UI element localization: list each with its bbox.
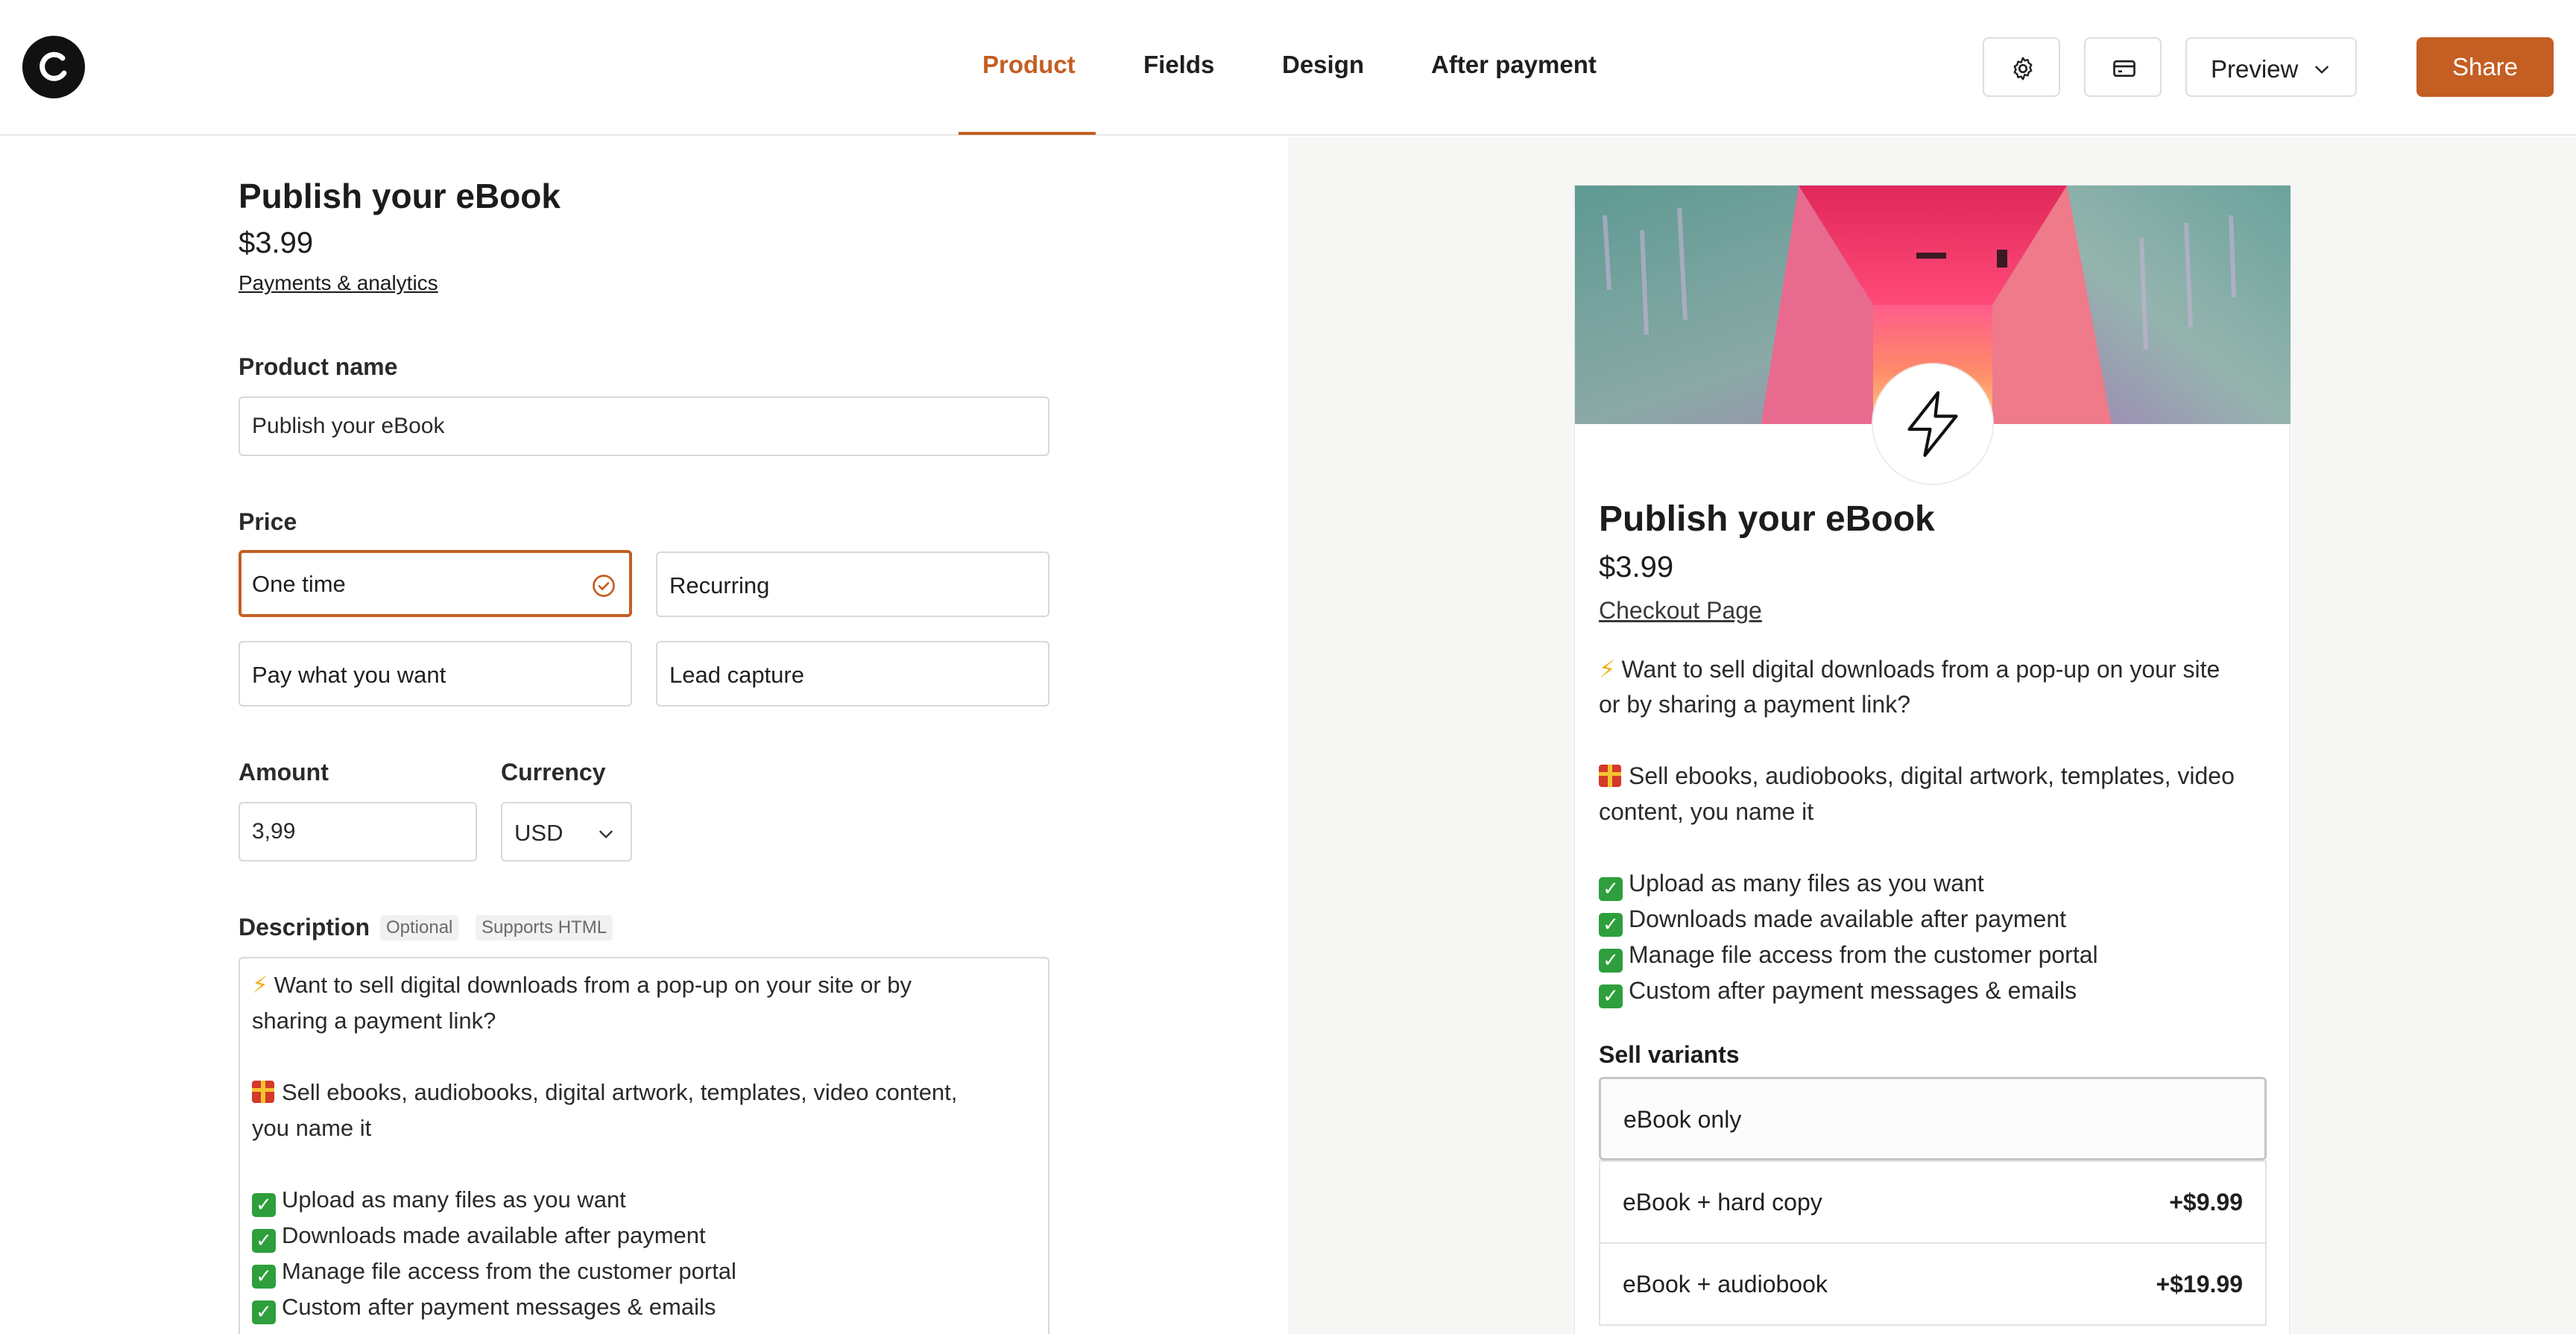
check-emoji-icon: ✓: [1599, 984, 1623, 1008]
description-line: ✓ Downloads made available after payment: [252, 1222, 706, 1253]
amount-input[interactable]: 3,99: [239, 802, 477, 862]
currency-label: Currency: [501, 759, 606, 785]
tab-after-payment[interactable]: After payment: [1431, 51, 1597, 79]
check-emoji-icon: ✓: [1599, 949, 1623, 973]
preview-description-line: ✓ Custom after payment messages & emails: [1599, 977, 2077, 1008]
lightning-emoji-icon: ⚡: [252, 972, 268, 999]
preview-description-line: ✓ Upload as many files as you want: [1599, 870, 1984, 901]
gift-emoji-icon: [252, 1081, 274, 1103]
price-option-pay-what-you-want[interactable]: Pay what you want: [239, 641, 632, 706]
check-circle-icon: [593, 575, 615, 597]
check-emoji-icon: ✓: [1599, 913, 1623, 937]
checkout-page-link[interactable]: Checkout Page: [1599, 597, 1762, 625]
description-line: ⚡ Want to sell digital downloads from a p…: [252, 972, 912, 999]
payments-analytics-link[interactable]: Payments & analytics: [239, 271, 438, 295]
variant-option-ebook-only[interactable]: eBook only: [1599, 1077, 2267, 1160]
credit-card-icon: [2113, 60, 2135, 78]
description-line: ✓ Custom after payment messages & emails: [252, 1294, 716, 1324]
variant-price: +$9.99: [2169, 1189, 2243, 1216]
preview-description-line: ⚡ Want to sell digital downloads from a p…: [1599, 655, 2220, 683]
gear-icon: [2013, 57, 2033, 80]
preview-description-line: content, you name it: [1599, 798, 1814, 825]
description-line: Sell ebooks, audiobooks, digital artwork…: [252, 1079, 957, 1106]
form-product-price: $3.99: [239, 227, 314, 259]
tab-fields[interactable]: Fields: [1143, 51, 1214, 79]
top-bar: Product Fields Design After payment Prev…: [0, 0, 2576, 136]
active-tab-indicator: [959, 132, 1096, 135]
check-emoji-icon: ✓: [252, 1193, 276, 1217]
preview-product-price: $3.99: [1599, 551, 1674, 584]
app-logo-icon[interactable]: [22, 36, 85, 98]
checkout-preview-card: Publish your eBook $3.99 Checkout Page ⚡…: [1574, 185, 2291, 1334]
share-button[interactable]: Share: [2416, 37, 2554, 97]
checkout-preview-pane: Publish your eBook $3.99 Checkout Page ⚡…: [1288, 137, 2576, 1334]
description-textarea[interactable]: ⚡ Want to sell digital downloads from a p…: [239, 957, 1049, 1334]
form-product-title: Publish your eBook: [239, 177, 561, 215]
description-label: Description: [239, 914, 370, 941]
lightning-emoji-icon: ⚡: [1599, 655, 1616, 683]
gift-emoji-icon: [1599, 765, 1621, 787]
variant-price: +$19.99: [2156, 1271, 2243, 1297]
description-line: ✓ Manage file access from the customer po…: [252, 1258, 736, 1289]
preview-description-line: ✓ Downloads made available after payment: [1599, 905, 2066, 937]
tab-design[interactable]: Design: [1282, 51, 1364, 79]
product-icon-badge: [1873, 364, 1992, 484]
preview-description-line: or by sharing a payment link?: [1599, 691, 1910, 718]
preview-description-line: Sell ebooks, audiobooks, digital artwork…: [1599, 762, 2235, 790]
price-option-one-time[interactable]: One time: [239, 550, 632, 617]
price-option-label: Lead capture: [669, 662, 804, 688]
variant-option-audiobook[interactable]: eBook + audiobook +$19.99: [1599, 1242, 2267, 1326]
preview-dropdown-button[interactable]: Preview: [2185, 37, 2357, 97]
chevron-down-icon: [599, 830, 613, 838]
price-label: Price: [239, 508, 297, 535]
sell-variants-label: Sell variants: [1599, 1041, 1740, 1068]
amount-label: Amount: [239, 759, 329, 785]
currency-select[interactable]: USD: [501, 802, 632, 862]
supports-html-badge: Supports HTML: [476, 915, 613, 941]
lightning-bolt-icon: [1907, 391, 1958, 458]
check-emoji-icon: ✓: [252, 1265, 276, 1289]
check-emoji-icon: ✓: [252, 1300, 276, 1324]
price-option-label: One time: [252, 571, 346, 597]
variant-label: eBook only: [1623, 1106, 1742, 1133]
price-option-label: Recurring: [669, 572, 770, 598]
currency-value: USD: [514, 820, 564, 846]
description-line: ✓ Upload as many files as you want: [252, 1186, 626, 1217]
variant-option-hard-copy[interactable]: eBook + hard copy +$9.99: [1599, 1160, 2267, 1244]
product-name-label: Product name: [239, 353, 398, 380]
variant-label: eBook + audiobook: [1623, 1271, 1828, 1297]
preview-label: Preview: [2211, 55, 2299, 83]
settings-button[interactable]: [1983, 37, 2060, 97]
price-option-lead-capture[interactable]: Lead capture: [656, 641, 1049, 706]
preview-product-title: Publish your eBook: [1599, 499, 1935, 539]
variant-label: eBook + hard copy: [1623, 1189, 1822, 1216]
price-option-label: Pay what you want: [252, 662, 446, 688]
check-emoji-icon: ✓: [1599, 877, 1623, 901]
description-line: sharing a payment link?: [252, 1008, 496, 1034]
product-name-input[interactable]: Publish your eBook: [239, 396, 1049, 456]
tab-product[interactable]: Product: [982, 51, 1076, 79]
preview-description-line: ✓ Manage file access from the customer po…: [1599, 941, 2098, 973]
check-emoji-icon: ✓: [252, 1229, 276, 1253]
payment-card-button[interactable]: [2084, 37, 2162, 97]
chevron-down-icon: [2315, 66, 2329, 74]
product-form-pane: Publish your eBook $3.99 Payments & anal…: [0, 137, 1288, 1334]
optional-badge: Optional: [380, 915, 459, 941]
description-line: you name it: [252, 1115, 372, 1141]
price-option-recurring[interactable]: Recurring: [656, 551, 1049, 617]
